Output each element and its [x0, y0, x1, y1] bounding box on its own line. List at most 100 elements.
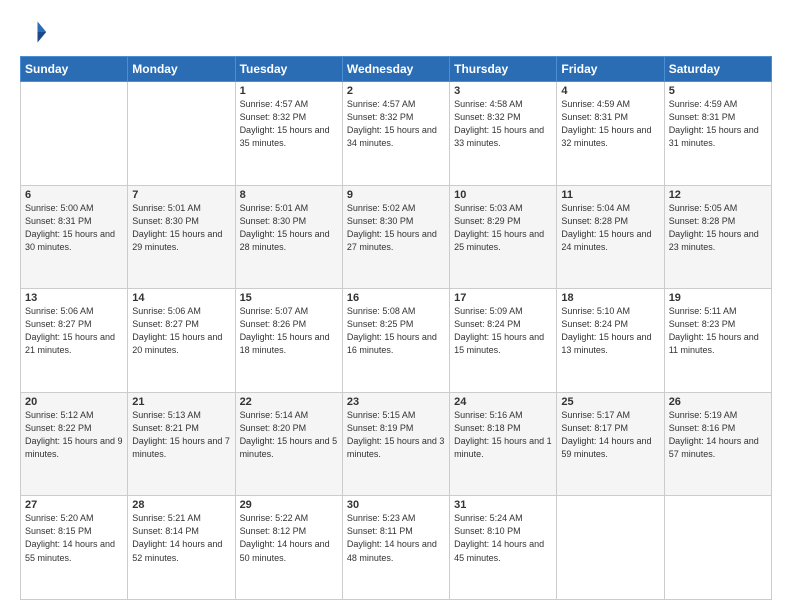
calendar-cell: 26Sunrise: 5:19 AM Sunset: 8:16 PM Dayli…	[664, 392, 771, 496]
day-number: 17	[454, 292, 552, 304]
day-number: 4	[561, 85, 659, 97]
day-header-sunday: Sunday	[21, 57, 128, 82]
day-number: 6	[25, 189, 123, 201]
day-header-friday: Friday	[557, 57, 664, 82]
day-number: 25	[561, 396, 659, 408]
day-number: 22	[240, 396, 338, 408]
day-content: Sunrise: 5:01 AM Sunset: 8:30 PM Dayligh…	[132, 202, 230, 254]
day-number: 12	[669, 189, 767, 201]
day-content: Sunrise: 5:14 AM Sunset: 8:20 PM Dayligh…	[240, 409, 338, 461]
page: SundayMondayTuesdayWednesdayThursdayFrid…	[0, 0, 792, 612]
day-content: Sunrise: 4:59 AM Sunset: 8:31 PM Dayligh…	[561, 98, 659, 150]
calendar-header-row: SundayMondayTuesdayWednesdayThursdayFrid…	[21, 57, 772, 82]
calendar-cell: 22Sunrise: 5:14 AM Sunset: 8:20 PM Dayli…	[235, 392, 342, 496]
calendar-cell: 1Sunrise: 4:57 AM Sunset: 8:32 PM Daylig…	[235, 82, 342, 186]
day-content: Sunrise: 5:22 AM Sunset: 8:12 PM Dayligh…	[240, 512, 338, 564]
day-content: Sunrise: 5:05 AM Sunset: 8:28 PM Dayligh…	[669, 202, 767, 254]
calendar-cell: 27Sunrise: 5:20 AM Sunset: 8:15 PM Dayli…	[21, 496, 128, 600]
calendar-cell: 13Sunrise: 5:06 AM Sunset: 8:27 PM Dayli…	[21, 289, 128, 393]
day-content: Sunrise: 5:16 AM Sunset: 8:18 PM Dayligh…	[454, 409, 552, 461]
calendar-cell: 28Sunrise: 5:21 AM Sunset: 8:14 PM Dayli…	[128, 496, 235, 600]
calendar-cell: 3Sunrise: 4:58 AM Sunset: 8:32 PM Daylig…	[450, 82, 557, 186]
calendar-cell: 23Sunrise: 5:15 AM Sunset: 8:19 PM Dayli…	[342, 392, 449, 496]
calendar-cell: 24Sunrise: 5:16 AM Sunset: 8:18 PM Dayli…	[450, 392, 557, 496]
day-content: Sunrise: 4:57 AM Sunset: 8:32 PM Dayligh…	[240, 98, 338, 150]
day-number: 23	[347, 396, 445, 408]
day-content: Sunrise: 5:17 AM Sunset: 8:17 PM Dayligh…	[561, 409, 659, 461]
day-content: Sunrise: 5:03 AM Sunset: 8:29 PM Dayligh…	[454, 202, 552, 254]
day-content: Sunrise: 5:06 AM Sunset: 8:27 PM Dayligh…	[25, 305, 123, 357]
day-content: Sunrise: 5:11 AM Sunset: 8:23 PM Dayligh…	[669, 305, 767, 357]
day-number: 1	[240, 85, 338, 97]
day-header-monday: Monday	[128, 57, 235, 82]
logo-icon	[20, 18, 48, 46]
day-number: 20	[25, 396, 123, 408]
day-number: 24	[454, 396, 552, 408]
day-content: Sunrise: 5:23 AM Sunset: 8:11 PM Dayligh…	[347, 512, 445, 564]
day-header-saturday: Saturday	[664, 57, 771, 82]
day-number: 15	[240, 292, 338, 304]
day-content: Sunrise: 4:57 AM Sunset: 8:32 PM Dayligh…	[347, 98, 445, 150]
day-number: 13	[25, 292, 123, 304]
day-header-wednesday: Wednesday	[342, 57, 449, 82]
calendar-cell: 21Sunrise: 5:13 AM Sunset: 8:21 PM Dayli…	[128, 392, 235, 496]
day-number: 2	[347, 85, 445, 97]
day-content: Sunrise: 5:04 AM Sunset: 8:28 PM Dayligh…	[561, 202, 659, 254]
calendar-cell: 30Sunrise: 5:23 AM Sunset: 8:11 PM Dayli…	[342, 496, 449, 600]
day-number: 14	[132, 292, 230, 304]
day-content: Sunrise: 4:59 AM Sunset: 8:31 PM Dayligh…	[669, 98, 767, 150]
day-number: 19	[669, 292, 767, 304]
calendar-cell: 18Sunrise: 5:10 AM Sunset: 8:24 PM Dayli…	[557, 289, 664, 393]
day-content: Sunrise: 5:13 AM Sunset: 8:21 PM Dayligh…	[132, 409, 230, 461]
calendar-cell: 11Sunrise: 5:04 AM Sunset: 8:28 PM Dayli…	[557, 185, 664, 289]
calendar-week-1: 1Sunrise: 4:57 AM Sunset: 8:32 PM Daylig…	[21, 82, 772, 186]
day-content: Sunrise: 5:08 AM Sunset: 8:25 PM Dayligh…	[347, 305, 445, 357]
calendar-cell: 12Sunrise: 5:05 AM Sunset: 8:28 PM Dayli…	[664, 185, 771, 289]
day-content: Sunrise: 4:58 AM Sunset: 8:32 PM Dayligh…	[454, 98, 552, 150]
calendar-week-3: 13Sunrise: 5:06 AM Sunset: 8:27 PM Dayli…	[21, 289, 772, 393]
calendar-cell: 20Sunrise: 5:12 AM Sunset: 8:22 PM Dayli…	[21, 392, 128, 496]
day-content: Sunrise: 5:19 AM Sunset: 8:16 PM Dayligh…	[669, 409, 767, 461]
calendar-cell: 10Sunrise: 5:03 AM Sunset: 8:29 PM Dayli…	[450, 185, 557, 289]
day-number: 30	[347, 499, 445, 511]
calendar-cell: 7Sunrise: 5:01 AM Sunset: 8:30 PM Daylig…	[128, 185, 235, 289]
calendar-cell: 25Sunrise: 5:17 AM Sunset: 8:17 PM Dayli…	[557, 392, 664, 496]
day-content: Sunrise: 5:02 AM Sunset: 8:30 PM Dayligh…	[347, 202, 445, 254]
calendar-week-4: 20Sunrise: 5:12 AM Sunset: 8:22 PM Dayli…	[21, 392, 772, 496]
calendar-cell: 8Sunrise: 5:01 AM Sunset: 8:30 PM Daylig…	[235, 185, 342, 289]
day-content: Sunrise: 5:06 AM Sunset: 8:27 PM Dayligh…	[132, 305, 230, 357]
calendar-cell	[21, 82, 128, 186]
day-header-thursday: Thursday	[450, 57, 557, 82]
day-number: 7	[132, 189, 230, 201]
calendar-cell: 14Sunrise: 5:06 AM Sunset: 8:27 PM Dayli…	[128, 289, 235, 393]
calendar-cell: 16Sunrise: 5:08 AM Sunset: 8:25 PM Dayli…	[342, 289, 449, 393]
calendar-cell: 6Sunrise: 5:00 AM Sunset: 8:31 PM Daylig…	[21, 185, 128, 289]
day-content: Sunrise: 5:24 AM Sunset: 8:10 PM Dayligh…	[454, 512, 552, 564]
calendar-week-2: 6Sunrise: 5:00 AM Sunset: 8:31 PM Daylig…	[21, 185, 772, 289]
calendar-cell	[128, 82, 235, 186]
day-content: Sunrise: 5:07 AM Sunset: 8:26 PM Dayligh…	[240, 305, 338, 357]
calendar-cell: 17Sunrise: 5:09 AM Sunset: 8:24 PM Dayli…	[450, 289, 557, 393]
day-number: 8	[240, 189, 338, 201]
day-content: Sunrise: 5:00 AM Sunset: 8:31 PM Dayligh…	[25, 202, 123, 254]
day-number: 3	[454, 85, 552, 97]
calendar-cell: 29Sunrise: 5:22 AM Sunset: 8:12 PM Dayli…	[235, 496, 342, 600]
calendar-cell: 5Sunrise: 4:59 AM Sunset: 8:31 PM Daylig…	[664, 82, 771, 186]
day-content: Sunrise: 5:01 AM Sunset: 8:30 PM Dayligh…	[240, 202, 338, 254]
day-content: Sunrise: 5:20 AM Sunset: 8:15 PM Dayligh…	[25, 512, 123, 564]
calendar-table: SundayMondayTuesdayWednesdayThursdayFrid…	[20, 56, 772, 600]
calendar-cell: 2Sunrise: 4:57 AM Sunset: 8:32 PM Daylig…	[342, 82, 449, 186]
day-number: 29	[240, 499, 338, 511]
day-content: Sunrise: 5:12 AM Sunset: 8:22 PM Dayligh…	[25, 409, 123, 461]
day-content: Sunrise: 5:15 AM Sunset: 8:19 PM Dayligh…	[347, 409, 445, 461]
calendar-cell: 31Sunrise: 5:24 AM Sunset: 8:10 PM Dayli…	[450, 496, 557, 600]
day-content: Sunrise: 5:21 AM Sunset: 8:14 PM Dayligh…	[132, 512, 230, 564]
calendar-cell	[664, 496, 771, 600]
day-number: 16	[347, 292, 445, 304]
calendar-cell: 4Sunrise: 4:59 AM Sunset: 8:31 PM Daylig…	[557, 82, 664, 186]
calendar-cell	[557, 496, 664, 600]
day-number: 9	[347, 189, 445, 201]
logo	[20, 18, 52, 46]
day-number: 27	[25, 499, 123, 511]
calendar-cell: 19Sunrise: 5:11 AM Sunset: 8:23 PM Dayli…	[664, 289, 771, 393]
